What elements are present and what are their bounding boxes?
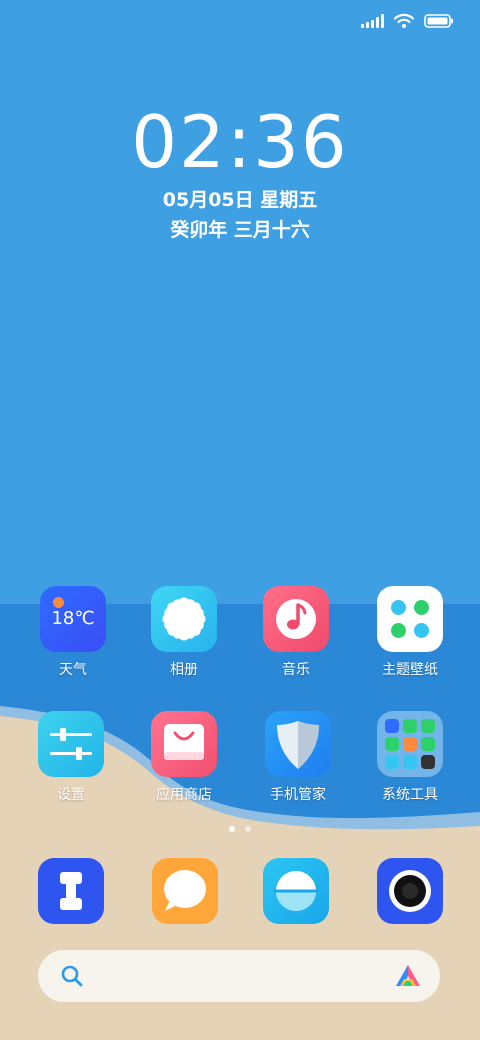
app-label: 相册 bbox=[170, 662, 198, 678]
app-label: 主题壁纸 bbox=[382, 662, 438, 678]
app-music[interactable]: 音乐 bbox=[241, 586, 351, 679]
page-dot bbox=[245, 826, 251, 832]
settings-icon bbox=[38, 711, 104, 777]
app-label: 设置 bbox=[57, 787, 85, 803]
search-bar[interactable] bbox=[38, 950, 440, 1002]
page-dot-active bbox=[229, 826, 235, 832]
app-label: 音乐 bbox=[282, 662, 310, 678]
music-icon bbox=[263, 586, 329, 652]
app-label: 应用商店 bbox=[156, 787, 212, 803]
search-icon[interactable] bbox=[60, 964, 84, 988]
battery-icon bbox=[424, 14, 453, 28]
messages-icon[interactable] bbox=[152, 858, 218, 924]
app-weather[interactable]: 18℃ 天气 bbox=[18, 586, 128, 679]
app-themes[interactable]: 主题壁纸 bbox=[355, 586, 465, 679]
themes-icon bbox=[377, 586, 443, 652]
lock-clock: 02:36 bbox=[131, 100, 349, 184]
camera-icon[interactable] bbox=[377, 858, 443, 924]
app-store-icon bbox=[151, 711, 217, 777]
browser-icon[interactable] bbox=[263, 858, 329, 924]
phone-icon[interactable] bbox=[38, 858, 104, 924]
signal-icon bbox=[361, 14, 384, 28]
app-security[interactable]: 手机管家 bbox=[243, 711, 353, 804]
gallery-icon bbox=[151, 586, 217, 652]
folder-icon bbox=[377, 711, 443, 777]
app-folder-system-tools[interactable]: 系统工具 bbox=[355, 711, 465, 804]
status-bar bbox=[361, 10, 454, 32]
app-store[interactable]: 应用商店 bbox=[129, 711, 239, 804]
weather-temp: 18℃ bbox=[51, 608, 95, 629]
assistant-icon[interactable] bbox=[394, 963, 422, 989]
app-settings[interactable]: 设置 bbox=[16, 711, 126, 804]
date-text: 05月05日 星期五 bbox=[162, 189, 318, 211]
app-gallery[interactable]: 相册 bbox=[129, 586, 239, 679]
wifi-icon bbox=[394, 13, 414, 28]
weather-icon: 18℃ bbox=[40, 586, 106, 652]
lunar-date-text: 癸卯年 三月十六 bbox=[170, 219, 310, 241]
app-label: 天气 bbox=[59, 662, 87, 678]
security-icon bbox=[265, 711, 331, 777]
app-label: 手机管家 bbox=[270, 787, 326, 803]
app-label: 系统工具 bbox=[382, 787, 438, 803]
